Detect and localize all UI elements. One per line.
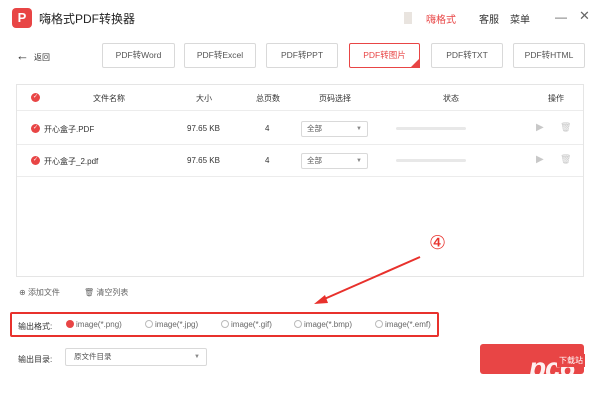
row-checkbox[interactable]: ✓ [31, 124, 40, 133]
col-page-select: 页码选择 [319, 94, 351, 103]
table-row: ✓ 开心盒子_2.pdf 97.65 KB 4 全部 ▼ ▶ 🗑 [17, 145, 583, 177]
radio-png[interactable]: image(*.png) [66, 320, 122, 329]
tab-pdf-to-txt[interactable]: PDF转TXT [431, 43, 503, 68]
file-list-panel: ✓ 文件名称 大小 总页数 页码选择 状态 操作 ✓ 开心盒子.PDF 97.6… [16, 84, 584, 277]
col-pages: 总页数 [256, 94, 280, 103]
col-file-name: 文件名称 [93, 94, 125, 103]
radio-gif[interactable]: image(*.gif) [221, 320, 272, 329]
radio-gif-label: image(*.gif) [231, 320, 272, 329]
file-name: 开心盒子.PDF [44, 125, 95, 134]
tab-pdf-to-html[interactable]: PDF转HTML [513, 43, 585, 68]
radio-unselected-icon [145, 320, 153, 328]
watermark-url: www.pc6.com [549, 380, 593, 387]
trash-icon[interactable]: 🗑 [560, 154, 571, 165]
output-format-label: 输出格式: [18, 322, 53, 331]
page-range-value: 全部 [307, 156, 322, 165]
radio-emf-label: image(*.emf) [385, 320, 431, 329]
radio-bmp-label: image(*.bmp) [304, 320, 353, 329]
radio-unselected-icon [294, 320, 302, 328]
radio-bmp[interactable]: image(*.bmp) [294, 320, 352, 329]
watermark-logo: pc6 下载站 www.pc6.com [499, 350, 593, 392]
progress-bar [396, 159, 466, 162]
file-size: 97.65 KB [187, 156, 220, 165]
title-bar: P 嗨格式PDF转换器 嗨格式 客服 菜单 — ✕ [0, 0, 600, 36]
select-all-checkbox[interactable]: ✓ [31, 93, 40, 102]
row-checkbox[interactable]: ✓ [31, 156, 40, 165]
file-name: 开心盒子_2.pdf [44, 157, 99, 166]
chevron-down-icon: ▼ [194, 354, 200, 360]
avatar[interactable] [404, 12, 412, 24]
table-row: ✓ 开心盒子.PDF 97.65 KB 4 全部 ▼ ▶ 🗑 [17, 113, 583, 145]
file-size: 97.65 KB [187, 124, 220, 133]
col-action: 操作 [548, 94, 564, 103]
watermark-badge: 下载站 [557, 354, 585, 367]
page-range-select[interactable]: 全部 ▼ [301, 153, 368, 169]
radio-unselected-icon [221, 320, 229, 328]
step-number-annotation: ④ [429, 233, 447, 254]
play-icon[interactable]: ▶ [536, 122, 544, 133]
tab-pdf-to-word[interactable]: PDF转Word [102, 43, 175, 68]
radio-emf[interactable]: image(*.emf) [375, 320, 431, 329]
col-status: 状态 [443, 94, 459, 103]
minimize-icon[interactable]: — [555, 10, 567, 24]
add-circle-icon: ⊕ [19, 288, 26, 297]
tab-pdf-to-image[interactable]: PDF转图片 [349, 43, 420, 68]
table-header: ✓ 文件名称 大小 总页数 页码选择 状态 操作 [17, 85, 583, 111]
page-count: 4 [265, 124, 270, 133]
page-range-select[interactable]: 全部 ▼ [301, 121, 368, 137]
tab-pdf-to-ppt[interactable]: PDF转PPT [266, 43, 338, 68]
back-arrow-icon[interactable]: ← [16, 48, 29, 63]
add-file-label: 添加文件 [27, 288, 60, 297]
tab-pdf-to-excel[interactable]: PDF转Excel [184, 43, 256, 68]
radio-png-label: image(*.png) [76, 320, 122, 329]
radio-selected-icon [66, 320, 74, 328]
brand-link[interactable]: 嗨格式 [426, 11, 456, 26]
page-range-value: 全部 [307, 124, 322, 133]
trash-icon: 🗑 [84, 288, 95, 297]
service-button[interactable]: 客服 [479, 11, 499, 26]
col-size: 大小 [196, 94, 212, 103]
chevron-down-icon: ▼ [356, 158, 362, 164]
clear-list-label: 清空列表 [96, 288, 129, 297]
add-file-button[interactable]: ⊕ 添加文件 [19, 287, 60, 298]
progress-bar [396, 127, 466, 130]
radio-unselected-icon [375, 320, 383, 328]
page-count: 4 [265, 156, 270, 165]
trash-icon[interactable]: 🗑 [560, 122, 571, 133]
close-icon[interactable]: ✕ [579, 8, 590, 24]
tab-pdf-to-image-label: PDF转图片 [363, 50, 406, 60]
back-button[interactable]: 返回 [34, 52, 50, 63]
app-title: 嗨格式PDF转换器 [39, 12, 136, 26]
selected-check-icon [410, 58, 420, 68]
menu-button[interactable]: 菜单 [510, 11, 530, 26]
radio-jpg[interactable]: image(*.jpg) [145, 320, 198, 329]
chevron-down-icon: ▼ [356, 126, 362, 132]
output-dir-label: 输出目录: [18, 355, 53, 364]
clear-list-button[interactable]: 🗑 清空列表 [84, 287, 128, 298]
app-logo-icon: P [12, 8, 32, 28]
radio-jpg-label: image(*.jpg) [155, 320, 199, 329]
output-dir-value: 原文件目录 [74, 352, 112, 361]
play-icon[interactable]: ▶ [536, 154, 544, 165]
output-dir-select[interactable]: 原文件目录 ▼ [65, 348, 207, 366]
